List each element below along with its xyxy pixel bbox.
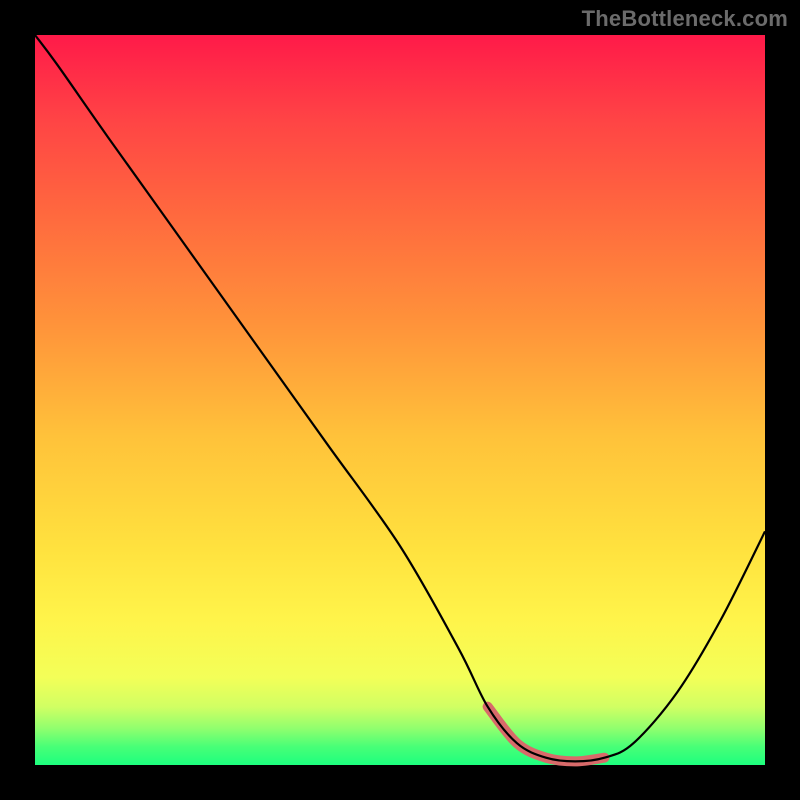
bottleneck-curve-line: [35, 35, 765, 761]
highlight-band: [488, 707, 605, 762]
plot-area: [35, 35, 765, 765]
watermark-text: TheBottleneck.com: [582, 6, 788, 32]
chart-frame: TheBottleneck.com: [0, 0, 800, 800]
curve-svg: [35, 35, 765, 765]
